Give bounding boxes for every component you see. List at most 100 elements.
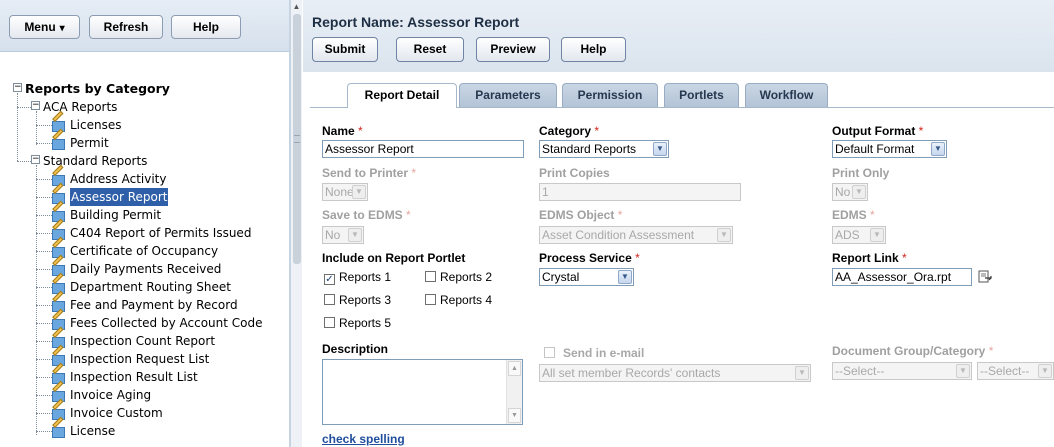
tree-connector	[36, 305, 52, 306]
document-group-select[interactable]: --Select-- ▼	[832, 362, 972, 380]
send-in-email-checkbox[interactable]: Send in e-mail	[544, 346, 644, 360]
report-edit-icon	[52, 128, 67, 150]
tree-connector	[36, 111, 37, 145]
tree-connector	[36, 431, 52, 432]
tab-permission[interactable]: Permission	[562, 83, 658, 107]
tab-parameters[interactable]: Parameters	[459, 83, 557, 107]
tree-item-label[interactable]: Inspection Count Report	[70, 332, 215, 350]
collapse-icon[interactable]: −	[13, 83, 22, 92]
tree-item-label[interactable]: Invoice Custom	[70, 404, 163, 422]
check-spelling-link[interactable]: check spelling	[322, 432, 405, 446]
chevron-down-icon: ▼	[795, 366, 809, 380]
reports-1-checkbox[interactable]: ✓ Reports 1	[324, 270, 391, 285]
description-textarea[interactable]: ▲ ▼	[322, 359, 523, 425]
tree-item-label[interactable]: License	[70, 422, 115, 440]
right-pane: Report Name: Assessor Report Submit Rese…	[303, 0, 1054, 447]
edms-object-label: EDMS Object *	[539, 208, 623, 222]
scroll-up-arrow-icon: ▲	[508, 361, 521, 376]
tab-workflow[interactable]: Workflow	[745, 83, 828, 107]
tree-root-label: Reports by Category	[25, 81, 170, 96]
report-detail-form: Name * Assessor Report Category * Standa…	[303, 108, 1054, 447]
reports-3-checkbox[interactable]: Reports 3	[324, 293, 391, 307]
tree-item-label[interactable]: Inspection Request List	[70, 350, 209, 368]
chevron-down-icon: ▼	[717, 228, 731, 242]
send-to-printer-select[interactable]: None ▼	[322, 183, 368, 201]
tree-item-label[interactable]: Permit	[70, 134, 109, 152]
help-button[interactable]: Help	[561, 37, 626, 62]
category-select[interactable]: Standard Reports ▼	[539, 140, 669, 158]
checkbox-icon	[324, 294, 335, 305]
tree-connector	[36, 323, 52, 324]
left-pane-scrollbar[interactable]: ▲	[290, 0, 302, 447]
print-only-label: Print Only	[832, 166, 890, 180]
document-category-select[interactable]: --Select-- ▼	[977, 362, 1054, 380]
menu-button[interactable]: Menu ▾	[9, 15, 80, 39]
tree-item-label[interactable]: Fees Collected by Account Code	[70, 314, 263, 332]
print-copies-label: Print Copies	[539, 166, 610, 180]
reset-button[interactable]: Reset	[396, 37, 464, 62]
report-link-field[interactable]: AA_Assessor_Ora.rpt	[832, 268, 972, 286]
collapse-icon[interactable]: −	[31, 101, 40, 110]
scroll-up-arrow-icon[interactable]: ▲	[292, 2, 301, 12]
checkbox-icon	[324, 317, 335, 328]
collapse-icon[interactable]: −	[31, 155, 40, 164]
tree-item-label[interactable]: Assessor Report	[70, 188, 169, 206]
process-service-select[interactable]: Crystal ▼	[539, 268, 634, 286]
chevron-down-icon: ▼	[1038, 364, 1052, 378]
refresh-button[interactable]: Refresh	[89, 15, 163, 39]
left-pane: Menu ▾ Refresh Help − Reports by Category…	[0, 0, 290, 447]
tree-item-label[interactable]: Invoice Aging	[70, 386, 151, 404]
scrollbar-grip-icon	[294, 135, 300, 143]
tree-connector	[17, 107, 31, 108]
menu-button-label: Menu	[24, 20, 56, 34]
tree-connector	[36, 359, 52, 360]
checkbox-icon	[544, 347, 555, 358]
left-help-button[interactable]: Help	[171, 15, 241, 39]
print-copies-field[interactable]: 1	[539, 183, 741, 201]
email-contacts-select[interactable]: All set member Records' contacts ▼	[539, 364, 811, 382]
tree-item-label[interactable]: C404 Report of Permits Issued	[70, 224, 251, 242]
checkbox-icon	[425, 294, 436, 305]
chevron-down-icon: ▼	[348, 228, 362, 242]
edms-select[interactable]: ADS ▼	[832, 226, 886, 244]
tree-item-label[interactable]: Licenses	[70, 116, 122, 134]
category-label: Category *	[539, 124, 600, 138]
tab-report-detail[interactable]: Report Detail	[347, 83, 457, 108]
chevron-down-icon: ▼	[852, 185, 866, 199]
tree-item-label[interactable]: Inspection Result List	[70, 368, 198, 386]
tree-item-label[interactable]: Address Activity	[70, 170, 166, 188]
output-format-select[interactable]: Default Format ▼	[832, 140, 947, 158]
checkbox-checked-icon: ✓	[324, 274, 335, 285]
reports-4-checkbox[interactable]: Reports 4	[425, 293, 492, 307]
tab-portlets[interactable]: Portlets	[664, 83, 739, 107]
reports-2-checkbox[interactable]: Reports 2	[425, 270, 492, 284]
save-to-edms-select[interactable]: No ▼	[322, 226, 364, 244]
tree-connector	[36, 251, 52, 252]
document-group-label: Document Group/Category *	[832, 344, 994, 358]
save-to-edms-label: Save to EDMS *	[322, 208, 411, 222]
tree-connector	[36, 197, 52, 198]
tree-item-label[interactable]: Department Routing Sheet	[70, 278, 231, 296]
tree-connector	[36, 413, 52, 414]
description-scrollbar[interactable]: ▲ ▼	[506, 360, 522, 424]
name-field[interactable]: Assessor Report	[322, 140, 524, 158]
tree-connector	[36, 395, 52, 396]
edms-label: EDMS *	[832, 208, 875, 222]
tree-item-label[interactable]: Fee and Payment by Record	[70, 296, 238, 314]
tree-connector	[36, 125, 52, 126]
process-service-label: Process Service *	[539, 251, 640, 265]
submit-button[interactable]: Submit	[312, 37, 378, 62]
tree-connector	[17, 161, 31, 162]
edms-object-select[interactable]: Asset Condition Assessment ▼	[539, 226, 733, 244]
reports-5-checkbox[interactable]: Reports 5	[324, 316, 391, 330]
tree-item-label[interactable]: Daily Payments Received	[70, 260, 221, 278]
browse-file-icon[interactable]	[978, 270, 992, 284]
report-header: Report Name: Assessor Report Submit Rese…	[303, 0, 1054, 72]
menu-caret-icon: ▾	[59, 23, 65, 34]
tree-item-label[interactable]: Certificate of Occupancy	[70, 242, 218, 260]
left-toolbar: Menu ▾ Refresh Help	[0, 0, 289, 52]
tree-item-label[interactable]: Building Permit	[70, 206, 161, 224]
name-label: Name *	[322, 124, 363, 138]
print-only-select[interactable]: No ▼	[832, 183, 868, 201]
preview-button[interactable]: Preview	[476, 37, 550, 62]
